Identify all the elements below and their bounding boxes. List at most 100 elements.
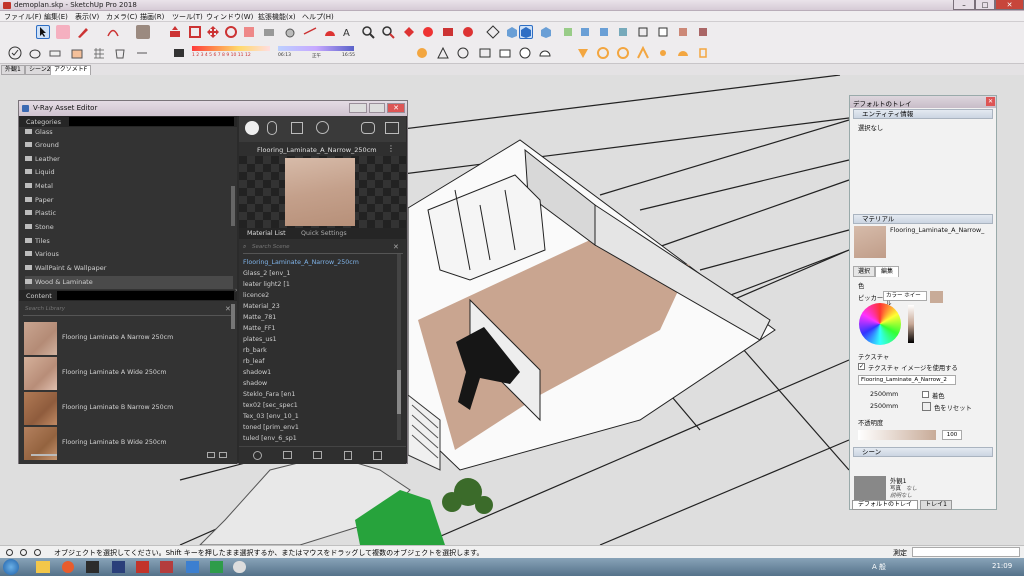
xray-icon[interactable] xyxy=(616,25,630,39)
clear-search-icon[interactable]: ✕ xyxy=(225,305,231,313)
scene-material-item[interactable]: Tex_03 [env_10_1 xyxy=(243,411,299,422)
measurements-field[interactable] xyxy=(912,547,1020,557)
scenes-header[interactable]: シーン xyxy=(853,447,993,457)
select-tool-icon[interactable] xyxy=(36,25,50,39)
search-scene-field[interactable]: ⌕ Search Scene ✕ xyxy=(243,242,403,254)
component-icon[interactable] xyxy=(421,25,435,39)
rectangle-tool-icon[interactable] xyxy=(136,25,150,39)
texture-height[interactable]: 2500mm xyxy=(870,403,898,410)
pencil-tool-icon[interactable] xyxy=(76,25,90,39)
credits-icon[interactable] xyxy=(20,549,27,556)
shaded-icon[interactable] xyxy=(676,25,690,39)
scene-material-item[interactable]: plates_us1 xyxy=(243,334,277,345)
vray-sun-icon[interactable] xyxy=(656,46,670,60)
scene-scrollbar-thumb[interactable] xyxy=(397,370,401,414)
vray-ies-icon[interactable] xyxy=(676,46,690,60)
menu-camera[interactable]: カメラ(C) xyxy=(106,12,137,22)
category-various[interactable]: Various xyxy=(25,248,233,261)
orbit-tool-icon[interactable] xyxy=(486,25,500,39)
tab-edit[interactable]: 編集 xyxy=(875,266,899,277)
scene-material-item[interactable]: shadow xyxy=(243,378,267,389)
teapot-icon[interactable] xyxy=(28,46,42,60)
save-file-icon[interactable] xyxy=(313,451,322,459)
vray-mesh-icon[interactable] xyxy=(576,46,590,60)
tray-close-button[interactable]: ✕ xyxy=(986,97,995,106)
scene-material-item[interactable]: tuled [env_6_sp1 xyxy=(243,433,297,444)
library-item[interactable]: Flooring Laminate A Wide 250cm xyxy=(24,357,232,390)
grid-view-icon[interactable] xyxy=(219,452,227,458)
category-liquid[interactable]: Liquid xyxy=(25,166,233,179)
vray-minimize-button[interactable] xyxy=(349,103,367,113)
entity-info-header[interactable]: エンティティ情報 xyxy=(853,109,993,119)
opacity-value[interactable]: 100 xyxy=(942,430,962,440)
scene-tab-3[interactable]: アクソメトF xyxy=(50,65,92,75)
explorer-taskbar-icon[interactable] xyxy=(36,561,50,573)
scene-thumbnail[interactable] xyxy=(854,476,886,500)
offset-tool-icon[interactable] xyxy=(188,25,202,39)
category-wallpaint[interactable]: WallPaint & Wallpaper xyxy=(25,262,233,275)
grid-icon[interactable] xyxy=(92,46,106,60)
close-button[interactable]: ✕ xyxy=(995,0,1024,10)
frame-buffer-icon[interactable] xyxy=(385,122,399,134)
scale-tool-icon[interactable] xyxy=(242,25,256,39)
tab-quick-settings[interactable]: Quick Settings xyxy=(301,230,347,237)
vray-close-button[interactable]: ✕ xyxy=(387,103,405,113)
lights-tab-icon[interactable] xyxy=(267,121,277,135)
category-stone[interactable]: Stone xyxy=(25,221,233,234)
tab-select[interactable]: 選択 xyxy=(853,266,875,277)
push-pull-tool-icon[interactable] xyxy=(168,25,182,39)
menu-help[interactable]: ヘルプ(H) xyxy=(302,12,334,22)
category-paper[interactable]: Paper xyxy=(25,194,233,207)
render-teapot-icon[interactable] xyxy=(361,122,375,134)
vray-dome-light-icon[interactable] xyxy=(538,46,552,60)
menu-file[interactable]: ファイル(F) xyxy=(4,12,42,22)
scene-material-item[interactable]: tex02 [sec_spec1 xyxy=(243,400,298,411)
menu-draw[interactable]: 描画(R) xyxy=(140,12,164,22)
category-tiles[interactable]: Tiles xyxy=(25,235,233,248)
thumbnail-size-slider[interactable] xyxy=(31,454,57,456)
color-swatch[interactable] xyxy=(930,291,943,303)
ime-indicator[interactable]: A 般 xyxy=(872,562,886,572)
eraser-icon[interactable] xyxy=(48,46,62,60)
front-view-icon[interactable] xyxy=(539,25,553,39)
flip-icon[interactable] xyxy=(135,46,149,60)
texture-width[interactable]: 2500mm xyxy=(870,391,898,398)
delete-icon[interactable] xyxy=(344,451,352,460)
vray-plane-icon[interactable] xyxy=(636,45,650,60)
vray-taskbar-icon[interactable] xyxy=(186,561,199,573)
opacity-slider[interactable] xyxy=(858,430,936,440)
vray-export-icon[interactable] xyxy=(696,46,710,60)
scene-material-item[interactable]: Material_23 xyxy=(243,301,280,312)
paint-bucket-icon[interactable] xyxy=(402,25,416,39)
category-metal[interactable]: Metal xyxy=(25,180,233,193)
wireframe-icon[interactable] xyxy=(636,25,650,39)
list-view-icon[interactable] xyxy=(207,452,215,458)
picker-select[interactable]: カラー ホイール xyxy=(883,291,927,307)
open-file-icon[interactable] xyxy=(283,451,292,459)
categories-scrollbar[interactable] xyxy=(231,186,235,226)
library-item[interactable]: Flooring Laminate B Narrow 250cm xyxy=(24,392,232,425)
scene-material-item[interactable]: Matte_FF1 xyxy=(243,323,276,334)
brightness-slider[interactable] xyxy=(908,305,914,343)
scene-tab-1[interactable]: 外観1 xyxy=(1,65,25,75)
settings-tab-icon[interactable] xyxy=(316,121,329,134)
category-wood-laminate[interactable]: Wood & Laminate xyxy=(25,276,233,289)
scene-material-item[interactable]: Steklo_Fara [en1 xyxy=(243,389,295,400)
scene-material-item[interactable]: rb_bark xyxy=(243,345,267,356)
menu-window[interactable]: ウィンドウ(W) xyxy=(206,12,253,22)
3d-warehouse-icon[interactable] xyxy=(441,25,455,39)
zoom-tool-icon[interactable] xyxy=(361,25,375,39)
vray-fur-icon[interactable] xyxy=(616,46,630,60)
category-ground[interactable]: Ground xyxy=(25,139,233,152)
left-view-icon[interactable] xyxy=(597,25,611,39)
purge-icon[interactable] xyxy=(373,451,382,460)
colorize-checkbox[interactable] xyxy=(922,391,929,398)
vray-sphere-light-icon[interactable] xyxy=(518,46,532,60)
layout-taskbar-icon[interactable] xyxy=(160,561,173,573)
shadow-settings[interactable]: 1 2 3 4 5 6 7 8 9 10 11 12 06:13 正午 16:5… xyxy=(192,44,355,62)
protractor-icon[interactable] xyxy=(323,25,337,39)
iso-view-icon[interactable] xyxy=(505,25,519,39)
category-leather[interactable]: Leather xyxy=(25,153,233,166)
menu-edit[interactable]: 編集(E) xyxy=(44,12,68,22)
back-view-icon[interactable] xyxy=(578,25,592,39)
